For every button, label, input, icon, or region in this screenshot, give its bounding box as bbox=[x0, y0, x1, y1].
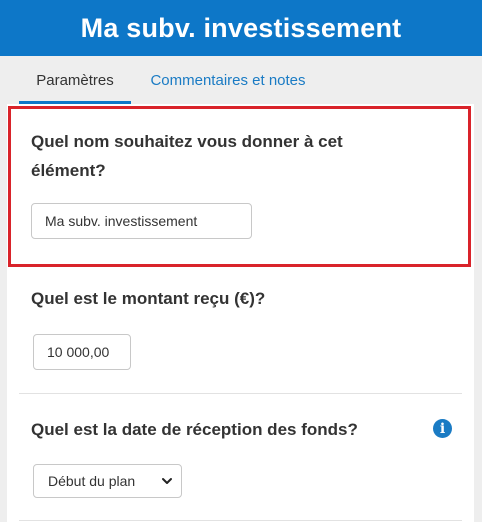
amount-input[interactable]: 10 000,00 bbox=[33, 334, 131, 370]
date-select-value: Début du plan bbox=[48, 473, 136, 489]
highlight-box bbox=[8, 106, 471, 267]
divider bbox=[19, 393, 462, 394]
tab-parametres[interactable]: Paramètres bbox=[19, 56, 131, 104]
divider bbox=[19, 520, 462, 521]
page-title: Ma subv. investissement bbox=[80, 12, 402, 43]
app-header: Ma subv. investissement bbox=[0, 0, 482, 56]
date-question: Quel est la date de réception des fonds? bbox=[31, 420, 358, 439]
info-icon[interactable]: i bbox=[433, 419, 452, 438]
date-select[interactable]: Début du plan bbox=[33, 464, 182, 498]
tab-commentaires[interactable]: Commentaires et notes bbox=[135, 56, 321, 104]
chevron-down-icon bbox=[162, 478, 172, 484]
tab-bar: Paramètres Commentaires et notes bbox=[0, 56, 482, 104]
amount-question: Quel est le montant reçu (€)? bbox=[31, 289, 266, 308]
